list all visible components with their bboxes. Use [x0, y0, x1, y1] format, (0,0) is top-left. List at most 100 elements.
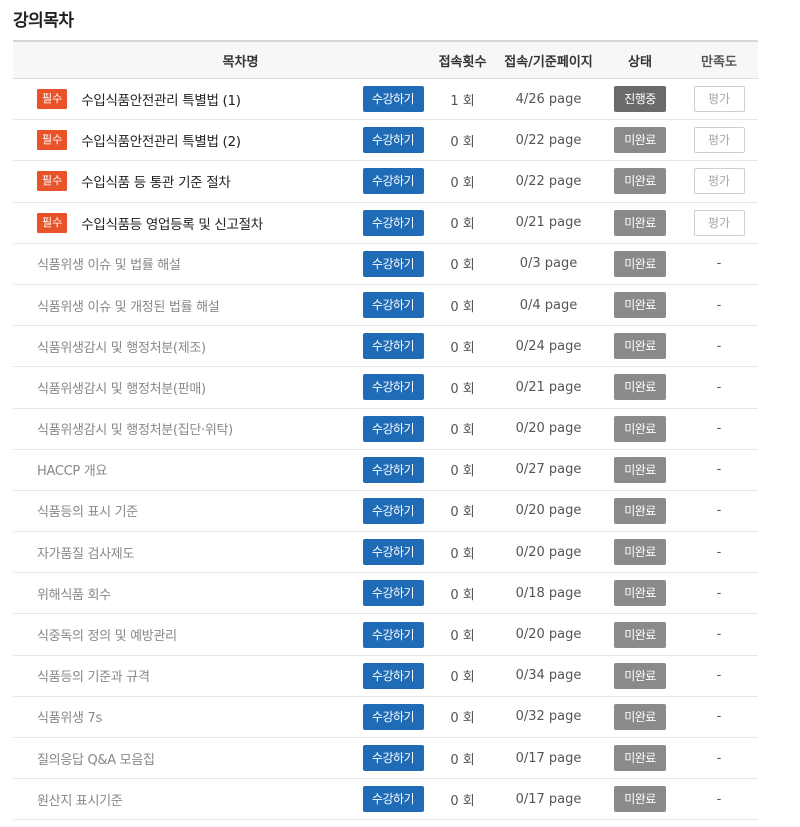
no-rating: - — [716, 750, 722, 766]
study-button[interactable]: 수강하기 — [362, 497, 424, 524]
page-progress: 0/20 page — [515, 421, 582, 437]
access-count-cell: 0 회 — [428, 296, 497, 315]
study-cell: 수강하기 — [358, 415, 428, 442]
study-button[interactable]: 수강하기 — [362, 250, 424, 277]
status-badge: 미완료 — [614, 539, 666, 566]
header-count: 접속횟수 — [438, 54, 487, 70]
satisfaction-cell: - — [680, 668, 758, 683]
lesson-title: 수입식품안전관리 특별법 (1) — [81, 93, 241, 110]
access-count-cell: 0 회 — [428, 543, 497, 562]
lesson-name-cell: 위해식품 회수 — [13, 584, 358, 603]
no-rating: - — [716, 791, 722, 807]
study-button[interactable]: 수강하기 — [362, 703, 424, 730]
table-row: 필수 수입식품등 영업등록 및 신고절차 수강하기 0 회 0/21 page 미완료 평가 — [13, 203, 758, 244]
page-progress: 0/20 page — [515, 503, 582, 519]
page-progress-cell: 0/27 page — [497, 462, 600, 477]
lesson-name-cell: 필수 수입식품안전관리 특별법 (1) — [13, 89, 358, 110]
satisfaction-cell: - — [680, 751, 758, 766]
status-cell: 미완료 — [600, 539, 680, 566]
lesson-title: 식중독의 정의 및 예방관리 — [37, 629, 177, 645]
satisfaction-cell: - — [680, 380, 758, 395]
table-row: 필수 수입식품 등 통관 기준 절차 수강하기 0 회 0/22 page 미완료 평가 — [13, 161, 758, 203]
status-cell: 미완료 — [600, 703, 680, 730]
status-badge: 미완료 — [614, 786, 666, 813]
satisfaction-cell: - — [680, 709, 758, 724]
access-count-cell: 0 회 — [428, 666, 497, 685]
access-count: 0 회 — [450, 258, 475, 274]
status-cell: 미완료 — [600, 745, 680, 772]
lesson-name-cell: 필수 수입식품 등 통관 기준 절차 — [13, 171, 358, 192]
lesson-title: 질의응답 Q&A 모음집 — [37, 752, 155, 768]
access-count-cell: 0 회 — [428, 172, 497, 191]
required-badge: 필수 — [37, 89, 68, 110]
satisfaction-cell: - — [680, 462, 758, 477]
status-cell: 미완료 — [600, 497, 680, 524]
page-progress: 0/34 page — [515, 668, 582, 684]
study-button[interactable]: 수강하기 — [362, 456, 424, 483]
table-row: 식품위생 이슈 및 법률 해설 수강하기 0 회 0/3 page 미완료 - — [13, 244, 758, 285]
no-rating: - — [716, 585, 722, 601]
page-progress: 0/17 page — [515, 750, 582, 766]
status-cell: 미완료 — [600, 456, 680, 483]
study-button[interactable]: 수강하기 — [362, 292, 424, 319]
study-button[interactable]: 수강하기 — [362, 86, 424, 113]
status-badge: 미완료 — [614, 333, 666, 360]
study-button[interactable]: 수강하기 — [362, 580, 424, 607]
study-cell: 수강하기 — [358, 539, 428, 566]
study-button[interactable]: 수강하기 — [362, 209, 424, 236]
lesson-title: 수입식품등 영업등록 및 신고절차 — [81, 216, 263, 233]
table-row: 자가품질 검사제도 수강하기 0 회 0/20 page 미완료 - — [13, 532, 758, 574]
no-rating: - — [716, 338, 722, 354]
study-button[interactable]: 수강하기 — [362, 415, 424, 442]
required-badge: 필수 — [37, 130, 68, 151]
table-body: 필수 수입식품안전관리 특별법 (1) 수강하기 1 회 4/26 page 진행중 평가 필… — [13, 79, 758, 821]
lesson-title: 식품위생 이슈 및 법률 해설 — [37, 258, 181, 274]
study-button[interactable]: 수강하기 — [362, 539, 424, 566]
status-badge: 미완료 — [614, 250, 666, 277]
study-cell: 수강하기 — [358, 333, 428, 360]
satisfaction-cell: - — [680, 421, 758, 436]
study-button[interactable]: 수강하기 — [362, 662, 424, 689]
status-badge: 미완료 — [614, 127, 666, 154]
lesson-title: 자가품질 검사제도 — [37, 546, 135, 562]
no-rating: - — [716, 709, 722, 725]
lesson-name-cell: 원산지 표시기준 — [13, 790, 358, 809]
page-progress: 0/27 page — [515, 462, 582, 478]
lesson-title: 식품등의 기준과 규격 — [37, 670, 150, 686]
evaluate-button[interactable]: 평가 — [693, 86, 745, 113]
lesson-name-cell: 식품등의 기준과 규격 — [13, 666, 358, 685]
no-rating: - — [716, 421, 722, 437]
access-count: 0 회 — [450, 340, 475, 356]
satisfaction-cell: - — [680, 792, 758, 807]
study-cell: 수강하기 — [358, 745, 428, 772]
study-button[interactable]: 수강하기 — [362, 621, 424, 648]
satisfaction-cell: - — [680, 586, 758, 601]
page-progress-cell: 0/22 page — [497, 133, 600, 148]
study-cell: 수강하기 — [358, 86, 428, 113]
access-count: 0 회 — [450, 711, 475, 727]
evaluate-button[interactable]: 평가 — [693, 127, 745, 154]
evaluate-button[interactable]: 평가 — [693, 209, 745, 236]
study-cell: 수강하기 — [358, 209, 428, 236]
page-progress: 0/20 page — [515, 627, 582, 643]
study-cell: 수강하기 — [358, 456, 428, 483]
satisfaction-cell: - — [680, 545, 758, 560]
lesson-name-cell: 필수 수입식품안전관리 특별법 (2) — [13, 130, 358, 151]
study-button[interactable]: 수강하기 — [362, 745, 424, 772]
access-count: 0 회 — [450, 505, 475, 521]
status-badge: 진행중 — [614, 86, 666, 113]
study-button[interactable]: 수강하기 — [362, 127, 424, 154]
study-button[interactable]: 수강하기 — [362, 786, 424, 813]
header-page: 접속/기준페이지 — [504, 54, 593, 70]
study-button[interactable]: 수강하기 — [362, 168, 424, 195]
study-button[interactable]: 수강하기 — [362, 333, 424, 360]
page-progress: 0/20 page — [515, 544, 582, 560]
access-count-cell: 0 회 — [428, 501, 497, 520]
table-row: 위해식품 회수 수강하기 0 회 0/18 page 미완료 - — [13, 573, 758, 615]
status-badge: 미완료 — [614, 292, 666, 319]
lesson-title: 식품위생 7s — [37, 711, 102, 727]
evaluate-button[interactable]: 평가 — [693, 168, 745, 195]
status-badge: 미완료 — [614, 374, 666, 401]
study-button[interactable]: 수강하기 — [362, 374, 424, 401]
status-cell: 미완료 — [600, 374, 680, 401]
